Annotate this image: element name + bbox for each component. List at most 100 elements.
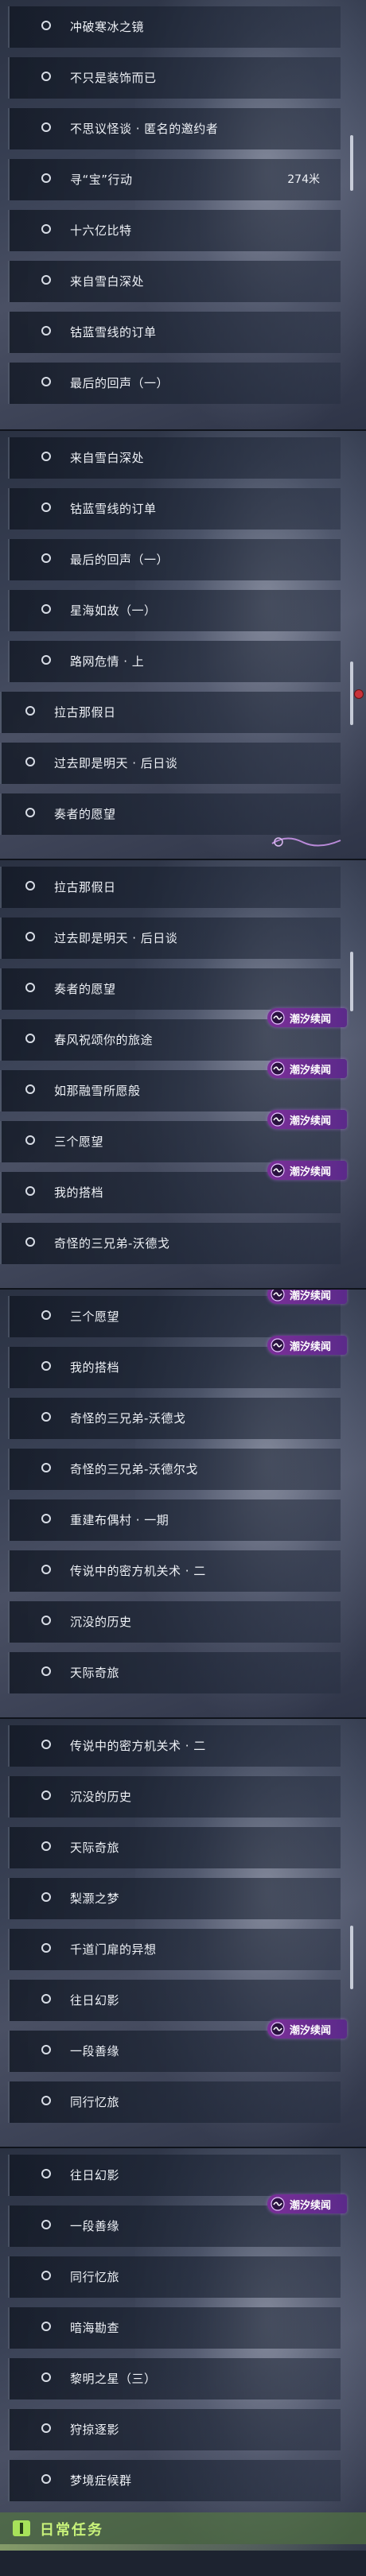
- daily-task-bar[interactable]: 日常任务: [0, 2512, 366, 2544]
- footer-accent-line: [0, 2544, 366, 2551]
- quest-row[interactable]: 往日幻影: [8, 2155, 341, 2196]
- quest-name: 来自雪白深处: [70, 451, 145, 465]
- quest-circle-icon: [41, 173, 51, 183]
- quest-name: 暗海勘查: [70, 2321, 120, 2335]
- quest-row[interactable]: 同行忆旅: [8, 2081, 341, 2123]
- quest-row[interactable]: 沉没的历史: [8, 1601, 341, 1643]
- tide-icon: [271, 1011, 285, 1025]
- quest-circle-icon: [41, 72, 51, 81]
- quest-row[interactable]: 暗海勘查: [8, 2307, 341, 2349]
- tide-icon: [271, 1112, 285, 1127]
- quest-name: 三个愿望: [70, 1309, 120, 1324]
- quest-name: 路网危情 · 上: [70, 654, 145, 669]
- quest-row[interactable]: 冲破寒冰之镜: [8, 6, 341, 48]
- daily-task-title: 日常任务: [40, 2522, 103, 2539]
- tide-story-badge[interactable]: 潮汐续闻: [267, 1336, 347, 1355]
- quest-row[interactable]: 奏者的愿望: [0, 968, 341, 1010]
- tide-icon: [271, 2197, 285, 2211]
- quest-name: 梨灏之梦: [70, 1891, 120, 1906]
- quest-row[interactable]: 传说中的密方机关术 · 二: [8, 1550, 341, 1592]
- quest-name: 千道门扉的异想: [70, 1942, 157, 1957]
- tide-icon: [271, 1338, 285, 1352]
- quest-name: 我的搭档: [54, 1185, 104, 1200]
- tide-icon: [271, 1061, 285, 1076]
- bottom-edge: [0, 2551, 366, 2576]
- quest-panel: 来自雪白深处钴蓝雪线的订单最后的回声（一） 星海如故（一） 路网危情 · 上拉古那假…: [0, 429, 366, 860]
- quest-row[interactable]: 奇怪的三兄弟-沃德戈: [8, 1398, 341, 1439]
- quest-circle-icon: [41, 604, 51, 614]
- daily-task-icon: [13, 2520, 30, 2536]
- quest-circle-icon: [25, 808, 35, 817]
- quest-list-screen: 冲破寒冰之镜 不只是装饰而已不思议怪谈 · 匿名的邀约者寻“宝”行动 274米 十六亿…: [0, 0, 366, 2576]
- quest-name: 不思议怪谈 · 匿名的邀约者: [70, 122, 219, 136]
- quest-circle-icon: [25, 1084, 35, 1094]
- quest-row[interactable]: 不思议怪谈 · 匿名的邀约者: [8, 108, 341, 149]
- quest-row[interactable]: 最后的回声（一）: [8, 539, 341, 580]
- quest-row[interactable]: 千道门扉的异想: [8, 1929, 341, 1970]
- badge-label: 潮汐续闻: [290, 1166, 332, 1178]
- quest-row[interactable]: 十六亿比特: [8, 210, 341, 251]
- quest-circle-icon: [25, 706, 35, 716]
- quest-row[interactable]: 重建布偶村 · 一期: [8, 1499, 341, 1541]
- quest-row[interactable]: 奇怪的三兄弟-沃德尔戈: [8, 1449, 341, 1490]
- quest-circle-icon: [41, 2045, 51, 2054]
- badge-label: 潮汐续闻: [290, 1341, 332, 1353]
- quest-circle-icon: [41, 452, 51, 461]
- quest-row[interactable]: 传说中的密方机关术 · 二: [8, 1725, 341, 1767]
- quest-row[interactable]: 钴蓝雪线的订单: [8, 312, 341, 353]
- quest-circle-icon: [41, 275, 51, 285]
- badge-label: 潮汐续闻: [290, 1065, 332, 1077]
- tide-story-badge[interactable]: 潮汐续闻: [267, 2019, 347, 2039]
- tide-story-badge[interactable]: 潮汐续闻: [267, 1161, 347, 1180]
- quest-row[interactable]: 同行忆旅: [8, 2256, 341, 2298]
- quest-circle-icon: [41, 655, 51, 665]
- tide-icon: [271, 2022, 285, 2036]
- quest-circle-icon: [41, 21, 51, 30]
- quest-row[interactable]: 沉没的历史: [8, 1776, 341, 1818]
- quest-name: 星海如故（一）: [70, 603, 157, 618]
- quest-row[interactable]: 来自雪白深处: [8, 261, 341, 302]
- scrollbar-thumb[interactable]: [350, 1926, 353, 1989]
- quest-name: 沉没的历史: [70, 1790, 132, 1804]
- quest-circle-icon: [41, 224, 51, 234]
- quest-name: 最后的回声（一）: [70, 553, 169, 567]
- quest-name: 沉没的历史: [70, 1615, 132, 1629]
- quest-row[interactable]: 往日幻影: [8, 1980, 341, 2021]
- quest-name: 奏者的愿望: [54, 807, 116, 821]
- scrollbar-thumb[interactable]: [350, 135, 353, 191]
- quest-name: 一段善缘: [70, 2219, 120, 2233]
- tide-story-badge[interactable]: 潮汐续闻: [267, 1059, 347, 1078]
- quest-row[interactable]: 过去即是明天 · 后日谈: [0, 918, 341, 959]
- quest-row[interactable]: 狩掠逐影: [8, 2409, 341, 2450]
- quest-row[interactable]: 天际奇旅: [8, 1652, 341, 1693]
- quest-row[interactable]: 拉古那假日: [0, 867, 341, 908]
- quest-row[interactable]: 来自雪白深处: [8, 437, 341, 479]
- quest-panel: 往日幻影一段善缘 潮汐续闻同行忆旅暗海勘查黎明之星（三） 狩掠逐影梦境症候群: [0, 2147, 366, 2576]
- quest-row[interactable]: 寻“宝”行动 274米: [8, 159, 341, 200]
- alert-dot: [354, 689, 364, 699]
- quest-name: 往日幻影: [70, 1993, 120, 2008]
- quest-row[interactable]: 最后的回声（一）: [8, 363, 341, 404]
- quest-row[interactable]: 不只是装饰而已: [8, 57, 341, 99]
- quest-row[interactable]: 星海如故（一）: [8, 590, 341, 631]
- tide-story-badge[interactable]: 潮汐续闻: [267, 1110, 347, 1129]
- quest-row[interactable]: 天际奇旅: [8, 1827, 341, 1868]
- quest-circle-icon: [41, 502, 51, 512]
- scrollbar-thumb[interactable]: [350, 952, 353, 1011]
- scrollbar-thumb[interactable]: [350, 661, 353, 725]
- quest-row[interactable]: 过去即是明天 · 后日谈: [0, 743, 341, 784]
- tide-story-badge[interactable]: 潮汐续闻: [267, 2194, 347, 2213]
- quest-circle-icon: [25, 932, 35, 941]
- quest-row[interactable]: 拉古那假日: [0, 692, 341, 733]
- quest-row[interactable]: 路网危情 · 上: [8, 641, 341, 682]
- quest-row[interactable]: 钴蓝雪线的订单: [8, 488, 341, 530]
- quest-row[interactable]: 梦境症候群: [8, 2460, 341, 2501]
- quest-row[interactable]: 黎明之星（三）: [8, 2358, 341, 2399]
- quest-panel: 三个愿望 潮汐续闻 我的搭档 潮汐续闻 奇怪的三兄弟-沃德戈 奇怪的三兄弟-沃德尔戈 重建布…: [0, 1288, 366, 1719]
- quest-row[interactable]: 奏者的愿望: [0, 793, 341, 835]
- tide-story-badge[interactable]: 潮汐续闻: [267, 1290, 347, 1304]
- quest-row[interactable]: 梨灏之梦: [8, 1878, 341, 1919]
- tide-story-badge[interactable]: 潮汐续闻: [267, 1008, 347, 1027]
- quest-row[interactable]: 奇怪的三兄弟-沃德戈: [0, 1223, 341, 1264]
- quest-circle-icon: [41, 2423, 51, 2433]
